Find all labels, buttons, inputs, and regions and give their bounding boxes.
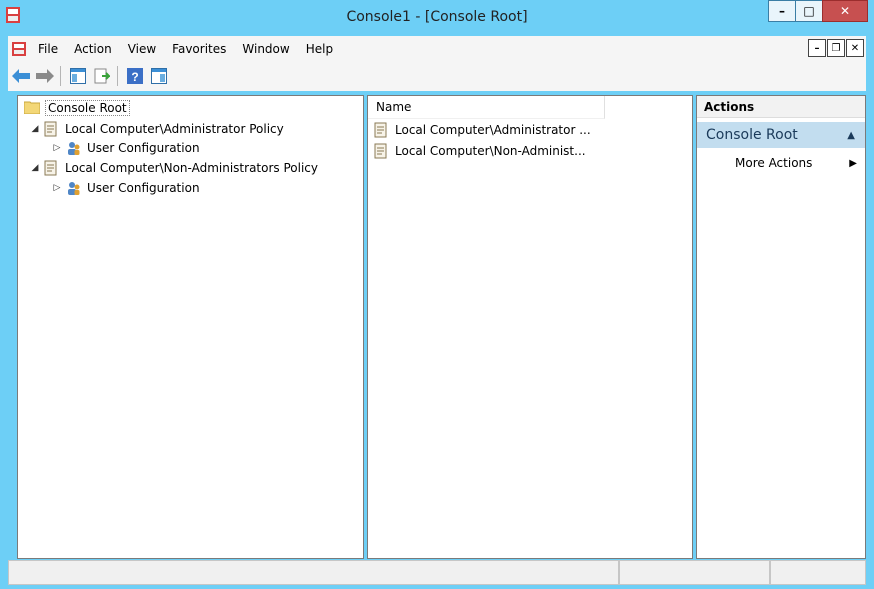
mmc-window: Console1 - [Console Root] – □ ✕ File Act… [0, 0, 874, 589]
expand-icon[interactable]: ▷ [52, 143, 62, 153]
tree-node-non-admin-user-configuration[interactable]: ▷ User Configuration [52, 179, 200, 197]
tree-node-console-root[interactable]: Console Root [24, 99, 130, 117]
help-icon: ? [127, 68, 143, 84]
tree-node-admin-user-configuration[interactable]: ▷ User Configuration [52, 139, 200, 157]
user-configuration-icon [66, 140, 82, 156]
policy-document-icon [374, 122, 390, 138]
window-title: Console1 - [Console Root] [346, 9, 528, 25]
tree-node-admin-policy[interactable]: ◢ Local Computer\Administrator Policy [30, 120, 284, 138]
menu-bar: File Action View Favorites Window Help –… [8, 36, 866, 61]
expand-icon[interactable]: ▷ [52, 183, 62, 193]
tree-node-label: Local Computer\Non-Administrators Policy [65, 161, 318, 175]
back-arrow-icon [12, 69, 30, 83]
close-button[interactable]: ✕ [822, 0, 868, 22]
menu-file[interactable]: File [30, 42, 66, 56]
mmc-document-icon[interactable] [12, 41, 26, 56]
console-tree-pane[interactable]: Console Root ◢ Local Computer\Administra… [17, 95, 364, 559]
list-item[interactable]: Local Computer\Non-Administ... [374, 142, 586, 160]
toolbar: ? [8, 61, 866, 91]
svg-text:?: ? [131, 70, 138, 84]
actions-section-label: Console Root [706, 127, 798, 143]
minimize-button[interactable]: – [768, 0, 796, 22]
policy-document-icon [44, 121, 60, 137]
document-window-controls: – ❐ ✕ [807, 39, 864, 57]
document-close-button[interactable]: ✕ [846, 39, 864, 57]
toolbar-separator [60, 66, 61, 86]
show-hide-action-pane-button[interactable] [148, 65, 170, 87]
menu-favorites[interactable]: Favorites [164, 42, 234, 56]
user-configuration-icon [66, 180, 82, 196]
tree-node-label: User Configuration [87, 181, 200, 195]
collapse-up-icon[interactable]: ▲ [847, 130, 855, 141]
policy-document-icon [44, 160, 60, 176]
more-actions-label: More Actions [735, 156, 813, 170]
menu-action[interactable]: Action [66, 42, 120, 56]
folder-icon [24, 100, 40, 116]
actions-header: Actions [697, 96, 865, 118]
document-restore-button[interactable]: ❐ [827, 39, 845, 57]
back-button[interactable] [10, 65, 32, 87]
submenu-arrow-icon: ▶ [849, 157, 857, 169]
forward-button[interactable] [34, 65, 56, 87]
document-minimize-button[interactable]: – [808, 39, 826, 57]
show-hide-console-tree-button[interactable] [67, 65, 89, 87]
console-tree-icon [70, 68, 86, 84]
status-panel-tertiary [770, 560, 867, 585]
window-controls: – □ ✕ [768, 0, 868, 22]
actions-section-console-root[interactable]: Console Root ▲ [697, 122, 865, 148]
collapse-icon[interactable]: ◢ [30, 163, 40, 173]
actions-pane: Actions Console Root ▲ More Actions ▶ [696, 95, 866, 559]
title-bar[interactable]: Console1 - [Console Root] – □ ✕ [0, 0, 874, 36]
menu-help[interactable]: Help [298, 42, 341, 56]
forward-arrow-icon [36, 69, 54, 83]
list-item[interactable]: Local Computer\Administrator ... [374, 121, 591, 139]
maximize-button[interactable]: □ [795, 0, 823, 22]
menu-window[interactable]: Window [234, 42, 297, 56]
menu-view[interactable]: View [120, 42, 164, 56]
collapse-icon[interactable]: ◢ [30, 124, 40, 134]
list-item-label: Local Computer\Non-Administ... [395, 144, 586, 158]
tree-node-label: User Configuration [87, 141, 200, 155]
more-actions-item[interactable]: More Actions ▶ [697, 153, 865, 173]
column-header-name[interactable]: Name [368, 96, 605, 119]
status-bar [8, 560, 867, 585]
list-item-label: Local Computer\Administrator ... [395, 123, 591, 137]
policy-document-icon [374, 143, 390, 159]
action-pane-icon [151, 68, 167, 84]
export-list-icon [94, 68, 110, 84]
export-list-button[interactable] [91, 65, 113, 87]
tree-node-label: Local Computer\Administrator Policy [65, 122, 284, 136]
help-button[interactable]: ? [124, 65, 146, 87]
toolbar-separator [117, 66, 118, 86]
tree-node-label: Console Root [45, 100, 130, 116]
results-list-pane[interactable]: Name Local Computer\Administrator ... Lo… [367, 95, 693, 559]
status-panel-main [8, 560, 619, 585]
tree-node-non-admin-policy[interactable]: ◢ Local Computer\Non-Administrators Poli… [30, 159, 318, 177]
status-panel-secondary [618, 560, 771, 585]
